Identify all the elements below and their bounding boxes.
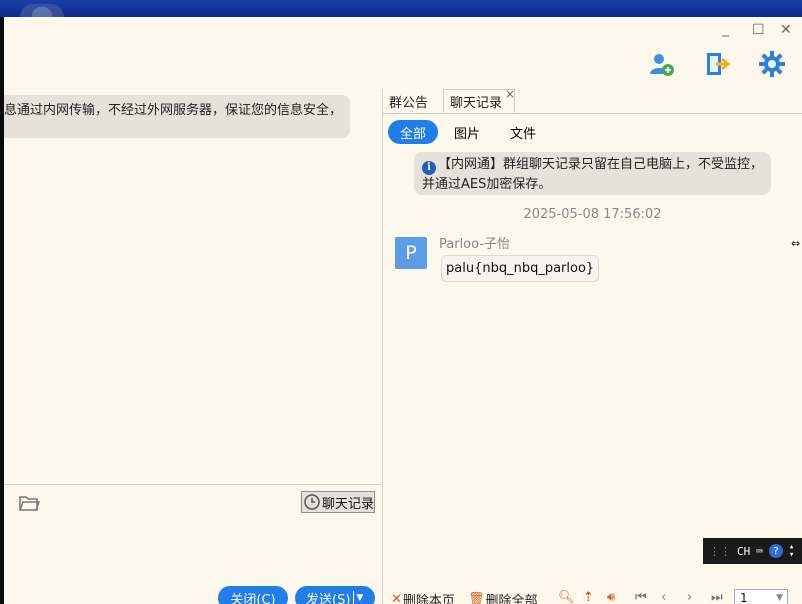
input-divider bbox=[4, 484, 382, 485]
tab-chat-history-label: 聊天记录 bbox=[450, 95, 503, 111]
security-notice-text: 息通过内网传输，不经过外网服务器，保证您的信息安全， bbox=[4, 103, 343, 118]
tab-close-icon[interactable]: × bbox=[505, 87, 515, 101]
desktop-titlebar bbox=[0, 0, 802, 17]
filter-images[interactable]: 图片 bbox=[445, 120, 489, 144]
system-notice-bubble: i 【内网通】群组聊天记录只留在自己电脑上，不受监控， 并通过AES加密保存。 bbox=[414, 152, 771, 195]
history-panel: 群公告 聊天记录 × 全部 图片 文件 i 【内网通】群组聊天记录只留在自己电脑上… bbox=[383, 87, 802, 604]
page-number-input[interactable]: 1 ▼ bbox=[734, 589, 788, 604]
gear-icon[interactable] bbox=[758, 50, 786, 78]
minimize-button[interactable]: _ bbox=[722, 21, 729, 37]
send-dropdown-icon[interactable]: ▼ bbox=[356, 593, 363, 603]
keyboard-icon[interactable]: ⌨ bbox=[756, 545, 763, 558]
tab-chat-history[interactable]: 聊天记录 × bbox=[443, 87, 515, 113]
ime-toolbar: ⋮⋮ CH ⌨ ? ▴ ▾ bbox=[703, 538, 802, 564]
chat-window: _ ☐ ✕ 息通过内网传输，不经过外网服务器，保证您的信息安全， 聊天记录 关闭… bbox=[4, 17, 802, 604]
security-notice-bubble: 息通过内网传输，不经过外网服务器，保证您的信息安全， bbox=[4, 95, 350, 138]
message-timestamp: 2025-05-08 17:56:02 bbox=[523, 207, 662, 222]
filter-files[interactable]: 文件 bbox=[501, 120, 545, 144]
resize-cursor-icon: ⇔ bbox=[791, 237, 801, 250]
first-page-icon[interactable]: ⏮︎ bbox=[635, 590, 647, 604]
filter-images-label: 图片 bbox=[453, 126, 480, 142]
send-button[interactable]: 发送(S) ▼ bbox=[295, 586, 375, 604]
ime-grip-icon[interactable]: ⋮⋮ bbox=[709, 545, 731, 558]
send-button-label: 发送(S) bbox=[306, 592, 351, 604]
delete-x-icon: ✕ bbox=[391, 592, 402, 604]
previous-page-icon[interactable]: ‹ bbox=[661, 590, 666, 604]
chat-history-label: 聊天记录 bbox=[322, 496, 375, 512]
info-icon: i bbox=[422, 161, 436, 175]
page-number-value: 1 bbox=[740, 591, 748, 604]
close-button[interactable]: 关闭(C) bbox=[218, 586, 288, 604]
add-user-icon[interactable] bbox=[648, 50, 676, 78]
avatar-letter: P bbox=[405, 242, 417, 264]
page-dropdown-icon[interactable]: ▼ bbox=[776, 590, 783, 604]
message-text: palu{nbq_nbq_parloo} bbox=[446, 261, 595, 276]
tab-group-announcement-label: 群公告 bbox=[389, 95, 429, 111]
delete-all-label: 删除全部 bbox=[485, 594, 538, 604]
filter-all[interactable]: 全部 bbox=[388, 120, 438, 144]
sender-name: Parloo-子怡 bbox=[439, 237, 511, 252]
chat-pane: 息通过内网传输，不经过外网服务器，保证您的信息安全， 聊天记录 关闭(C) 发送… bbox=[4, 89, 382, 604]
delete-page-button[interactable]: ✕ 删除本页 bbox=[391, 590, 455, 604]
last-page-icon[interactable]: ⏭︎ bbox=[711, 590, 723, 604]
history-tabs: 群公告 聊天记录 × bbox=[383, 87, 802, 114]
avatar[interactable]: P bbox=[395, 237, 427, 269]
message-bubble: palu{nbq_nbq_parloo} bbox=[441, 255, 600, 282]
ime-options-icon[interactable]: ▴ ▾ bbox=[789, 543, 794, 560]
system-notice-line1: 【内网通】群组聊天记录只留在自己电脑上，不受监控， bbox=[438, 157, 764, 172]
delete-all-button[interactable]: 🗑 删除全部 bbox=[468, 590, 538, 604]
send-split bbox=[353, 591, 355, 604]
app-logo bbox=[20, 4, 64, 17]
filter-all-label: 全部 bbox=[399, 126, 426, 142]
close-button-label: 关闭(C) bbox=[230, 592, 276, 604]
delete-page-label: 删除本页 bbox=[402, 594, 455, 604]
upload-icon[interactable]: ⇡ bbox=[583, 590, 594, 604]
folder-icon[interactable] bbox=[18, 493, 40, 513]
filter-files-label: 文件 bbox=[509, 126, 536, 142]
clock-icon bbox=[304, 494, 320, 510]
close-window-button[interactable]: ✕ bbox=[780, 22, 792, 38]
trash-icon: 🗑 bbox=[468, 592, 485, 604]
chat-history-button[interactable]: 聊天记录 bbox=[301, 491, 375, 513]
next-page-icon[interactable]: › bbox=[687, 590, 692, 604]
speaker-icon[interactable]: 🔊︎ bbox=[607, 590, 615, 604]
exit-icon[interactable] bbox=[704, 50, 732, 78]
ime-language[interactable]: CH bbox=[737, 545, 750, 558]
search-icon[interactable]: 🔍︎ bbox=[558, 590, 575, 604]
help-icon[interactable]: ? bbox=[768, 544, 783, 558]
system-notice-line2: 并通过AES加密保存。 bbox=[422, 177, 552, 192]
tab-group-announcement[interactable]: 群公告 bbox=[383, 89, 441, 113]
maximize-button[interactable]: ☐ bbox=[752, 22, 765, 38]
